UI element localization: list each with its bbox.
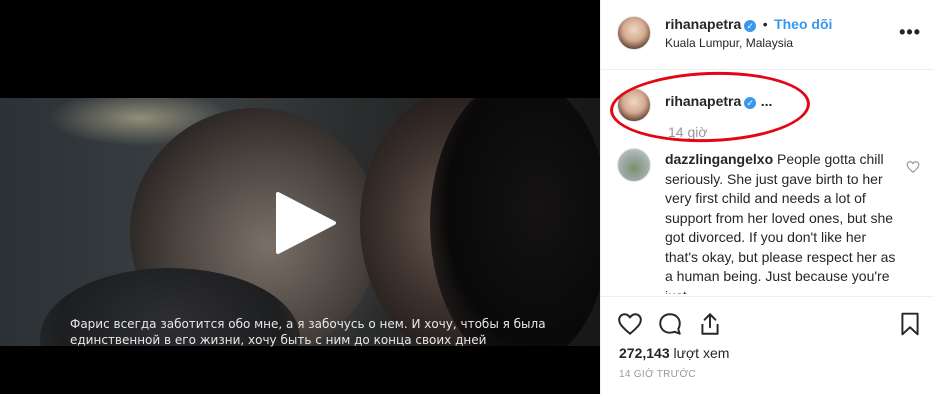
header-username[interactable]: rihanapetra [665,16,741,32]
subtitle-line-1: Фарис всегда заботится обо мне, а я забо… [70,317,546,331]
follow-button[interactable]: Theo dõi [774,16,832,32]
caption-username[interactable]: rihanapetra [665,93,741,109]
caption-time[interactable]: 14 giờ [668,124,708,140]
header-separator: • [762,16,768,32]
location-link[interactable]: Kuala Lumpur, Malaysia [665,36,793,50]
heart-icon[interactable] [617,311,643,337]
caption-avatar[interactable] [617,88,651,122]
comment-body: dazzlingangelxo People gotta chill serio… [665,150,899,294]
avatar[interactable] [617,16,651,50]
view-count-label: lượt xem [673,345,730,361]
post-actions: 272,143 lượt xem 14 GIỜ TRƯỚC [601,296,934,396]
caption-row: rihanapetra ✓ ... [665,93,772,111]
comment-like-heart-icon[interactable] [906,160,920,174]
verified-badge-icon: ✓ [744,97,757,109]
subtitle-line-2: единственной в его жизни, хочу быть с ни… [70,333,487,347]
view-count-number: 272,143 [619,345,670,361]
caption-ellipsis[interactable]: ... [761,93,773,109]
play-icon[interactable] [270,188,340,258]
share-icon[interactable] [697,311,723,337]
post-header: rihanapetra ✓ • Theo dõi Kuala Lumpur, Ma… [601,0,934,70]
video-subtitle: Фарис всегда заботится обо мне, а я забо… [70,316,546,348]
scene-woman-hair [430,98,600,346]
more-options-icon[interactable]: ••• [899,22,921,43]
bookmark-icon[interactable] [897,311,923,337]
post-timestamp[interactable]: 14 GIỜ TRƯỚC [619,369,696,380]
header-user-row: rihanapetra ✓ • Theo dõi [665,16,832,34]
video-player[interactable]: Фарис всегда заботится обо мне, а я забо… [0,0,600,394]
comment-bubble-icon[interactable] [657,311,683,337]
comment-text: People gotta chill seriously. She just g… [665,151,896,294]
view-count: 272,143 lượt xem [619,345,729,361]
verified-badge-icon: ✓ [744,20,757,32]
post-side-panel: rihanapetra ✓ • Theo dõi Kuala Lumpur, Ma… [600,0,934,394]
comment-avatar[interactable] [617,148,651,182]
comment-username[interactable]: dazzlingangelxo [665,151,773,167]
